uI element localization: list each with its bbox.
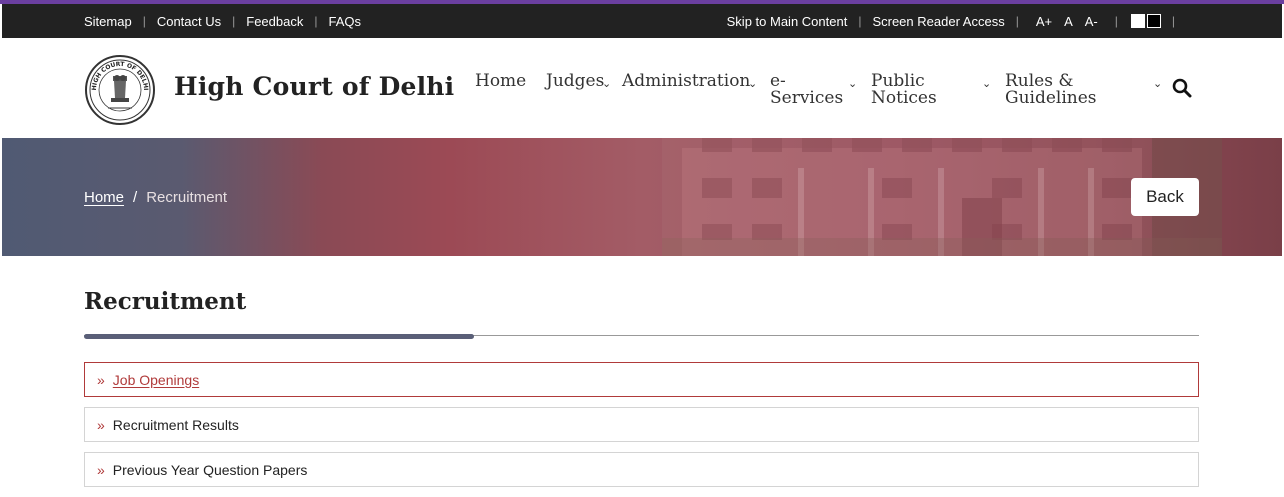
nav-rules-guidelines[interactable]: Rules & Guidelines ⌄ bbox=[1005, 73, 1167, 107]
nav-public-notices-label-2: Notices bbox=[871, 88, 937, 108]
font-decrease-button[interactable]: A- bbox=[1085, 14, 1098, 29]
nav-rules-label-2: Guidelines bbox=[1005, 88, 1097, 108]
accessibility-links: Skip to Main Content | Screen Reader Acc… bbox=[727, 4, 1186, 38]
chevron-down-icon: ⌄ bbox=[848, 77, 858, 90]
breadcrumb-current: Recruitment bbox=[146, 189, 228, 206]
light-theme-button[interactable] bbox=[1130, 14, 1145, 28]
title-underline-accent bbox=[84, 334, 474, 339]
nav-judges-label: Judges bbox=[546, 71, 605, 91]
list-item-label[interactable]: Previous Year Question Papers bbox=[113, 462, 308, 478]
list-item-question-papers[interactable]: » Previous Year Question Papers bbox=[84, 452, 1199, 487]
font-increase-button[interactable]: A+ bbox=[1036, 14, 1052, 29]
list-item-recruitment-results[interactable]: » Recruitment Results bbox=[84, 407, 1199, 442]
nav-administration[interactable]: Administration ⌄ bbox=[622, 71, 757, 91]
divider: | bbox=[1114, 14, 1118, 28]
search-icon[interactable] bbox=[1172, 78, 1192, 98]
nav-home-label: Home bbox=[475, 71, 527, 91]
chevron-down-icon: ⌄ bbox=[602, 77, 612, 90]
divider: | bbox=[232, 14, 236, 28]
divider: | bbox=[858, 14, 862, 28]
nav-e-services-label-2: Services bbox=[770, 88, 844, 108]
divider: | bbox=[142, 14, 146, 28]
skip-to-main-link[interactable]: Skip to Main Content bbox=[727, 14, 848, 29]
raquo-icon: » bbox=[97, 461, 105, 478]
feedback-link[interactable]: Feedback bbox=[246, 14, 303, 29]
nav-administration-label: Administration bbox=[622, 71, 751, 91]
recruitment-list: » Job Openings » Recruitment Results » P… bbox=[84, 362, 1199, 497]
font-normal-button[interactable]: A bbox=[1064, 14, 1073, 29]
list-item-label[interactable]: Job Openings bbox=[113, 372, 199, 388]
nav-home[interactable]: Home bbox=[475, 73, 526, 90]
divider: | bbox=[1171, 14, 1175, 28]
divider: | bbox=[1015, 14, 1019, 28]
breadcrumb-home-link[interactable]: Home bbox=[84, 189, 124, 206]
utility-links: Sitemap | Contact Us | Feedback | FAQs bbox=[84, 4, 361, 38]
chevron-down-icon: ⌄ bbox=[748, 77, 758, 90]
contact-us-link[interactable]: Contact Us bbox=[157, 14, 221, 29]
chevron-down-icon: ⌄ bbox=[1153, 77, 1163, 90]
court-emblem-logo[interactable]: HIGH COURT OF DELHI bbox=[84, 54, 156, 126]
sitemap-link[interactable]: Sitemap bbox=[84, 14, 132, 29]
divider: | bbox=[314, 14, 318, 28]
raquo-icon: » bbox=[97, 416, 105, 433]
page-title: Recruitment bbox=[84, 288, 247, 315]
screen-reader-link[interactable]: Screen Reader Access bbox=[872, 14, 1004, 29]
raquo-icon: » bbox=[97, 371, 105, 388]
chevron-down-icon: ⌄ bbox=[982, 77, 992, 90]
back-button[interactable]: Back bbox=[1131, 178, 1199, 216]
nav-e-services[interactable]: e- Services ⌄ bbox=[770, 73, 860, 107]
breadcrumb-separator: / bbox=[133, 189, 138, 206]
dark-theme-button[interactable] bbox=[1146, 14, 1161, 28]
site-title[interactable]: High Court of Delhi bbox=[174, 72, 454, 101]
list-item-job-openings[interactable]: » Job Openings bbox=[84, 362, 1199, 397]
nav-judges[interactable]: Judges ⌄ bbox=[546, 71, 611, 91]
nav-public-notices[interactable]: Public Notices ⌄ bbox=[871, 73, 995, 107]
faqs-link[interactable]: FAQs bbox=[328, 14, 361, 29]
list-item-label[interactable]: Recruitment Results bbox=[113, 417, 239, 433]
breadcrumb: Home / Recruitment bbox=[84, 189, 227, 206]
utility-bar: Sitemap | Contact Us | Feedback | FAQs S… bbox=[2, 4, 1282, 38]
page-banner: Home / Recruitment Back bbox=[2, 138, 1282, 256]
site-header: HIGH COURT OF DELHI High Court of Delhi … bbox=[2, 38, 1282, 138]
